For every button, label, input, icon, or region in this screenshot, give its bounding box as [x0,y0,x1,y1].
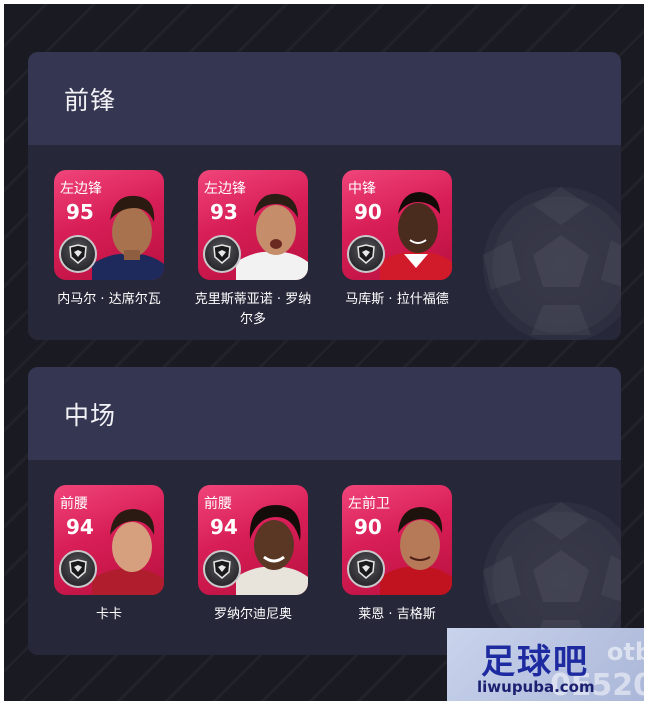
section-title: 前锋 [64,85,117,115]
player-portrait [92,195,164,280]
player-rating: 93 [210,200,238,224]
club-badge-icon [203,235,241,273]
player-position: 左边锋 [60,181,102,197]
player-position: 中锋 [348,181,376,197]
player-portrait [92,509,164,595]
player-rating: 94 [210,515,238,539]
player-tile[interactable]: 前腰 94 [54,485,164,595]
player-card[interactable]: 前腰 94 卡卡 [54,485,166,625]
player-card[interactable]: 左边锋 95 内马尔 · 达席尔瓦 [54,170,166,310]
player-name: 内马尔 · 达席尔瓦 [57,292,161,307]
player-name: 马库斯 · 拉什福德 [345,292,449,307]
player-name: 卡卡 [95,607,122,622]
club-badge-icon [59,235,97,273]
player-tile[interactable]: 左前卫 90 [342,485,452,595]
player-tile[interactable]: 左边锋 95 [54,170,164,280]
player-card[interactable]: 前腰 94 罗纳尔迪尼奥 [198,485,310,625]
player-card[interactable]: 中锋 90 马库斯 · 拉什福德 [342,170,454,310]
section-midfield: 中场 前腰 94 卡卡 前腰 94 罗纳尔迪尼奥 左前卫 90 莱恩 · 吉格斯 [28,367,621,655]
watermark-url: liwupuba.com [477,678,595,696]
club-badge-icon [203,550,241,588]
site-watermark-logo: otb 0E520 足球吧 liwupuba.com [447,628,648,705]
club-badge-icon [347,550,385,588]
club-badge-icon [347,235,385,273]
player-card[interactable]: 左边锋 93 克里斯蒂亚诺 · 罗纳尔多 [195,170,311,330]
player-rating: 90 [354,515,382,539]
player-rating: 90 [354,200,382,224]
player-rating: 95 [66,200,94,224]
player-name: 克里斯蒂亚诺 · 罗纳尔多 [194,292,312,327]
player-rating: 94 [66,515,94,539]
section-header: 中场 [28,367,621,460]
player-tile[interactable]: 左边锋 93 [198,170,308,280]
section-body: 左边锋 95 内马尔 · 达席尔瓦 左边锋 93 克里斯蒂亚诺 · 罗纳尔多 中… [28,145,621,340]
section-body: 前腰 94 卡卡 前腰 94 罗纳尔迪尼奥 左前卫 90 莱恩 · 吉格斯 [28,460,621,655]
player-portrait [380,192,452,280]
football-watermark-icon [481,185,621,340]
player-portrait [236,505,308,595]
club-badge-icon [59,550,97,588]
player-portrait [380,507,452,595]
player-name: 罗纳尔迪尼奥 [213,607,292,622]
player-position: 前腰 [60,496,88,512]
watermark-brand: 足球吧 [481,642,589,682]
section-title: 中场 [64,400,117,430]
watermark-ghost-text: otb [606,638,648,666]
section-forwards: 前锋 左边锋 95 内马尔 · 达席尔瓦 左边锋 93 克里斯蒂亚诺 · 罗纳尔… [28,52,621,340]
player-position: 左前卫 [348,496,390,512]
player-tile[interactable]: 中锋 90 [342,170,452,280]
player-portrait [236,193,308,280]
player-tile[interactable]: 前腰 94 [198,485,308,595]
player-position: 前腰 [204,496,232,512]
section-header: 前锋 [28,52,621,145]
player-position: 左边锋 [204,181,246,197]
player-name: 莱恩 · 吉格斯 [358,607,436,622]
player-card[interactable]: 左前卫 90 莱恩 · 吉格斯 [342,485,454,625]
